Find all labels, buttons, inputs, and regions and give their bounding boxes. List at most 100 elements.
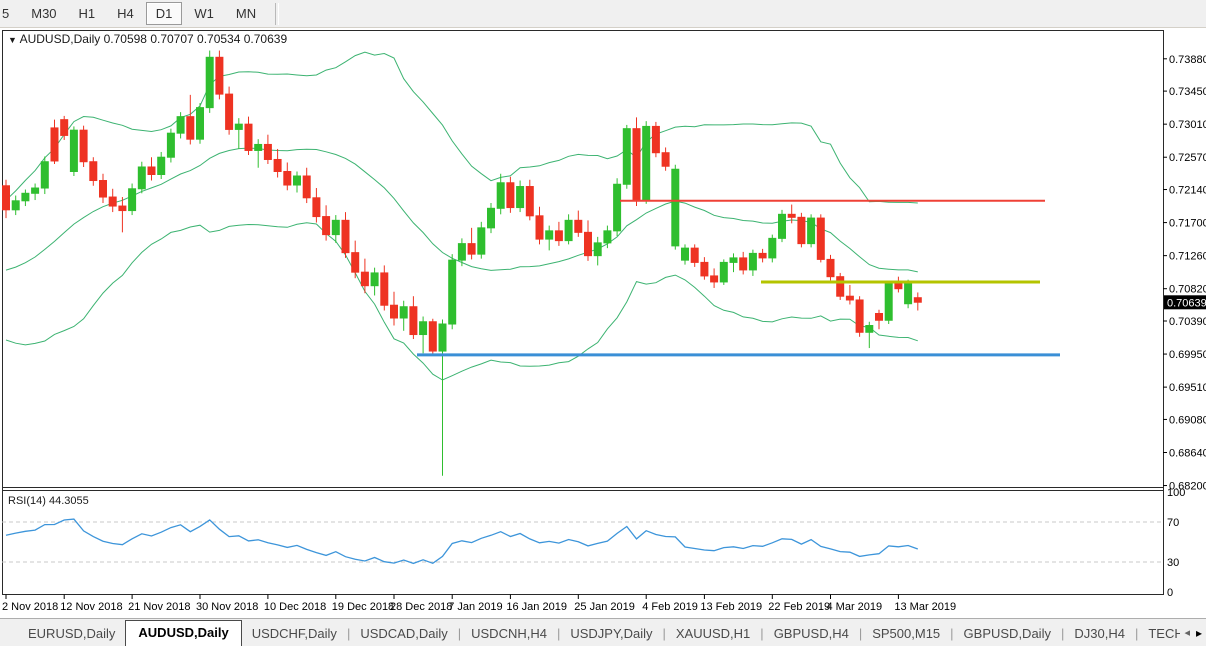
price-chart-svg: ▼ AUDUSD,Daily 0.70598 0.70707 0.70534 0…	[0, 28, 1206, 618]
timeframe-button-d1[interactable]: D1	[146, 2, 183, 25]
candle-body-down	[575, 220, 582, 232]
candle-body-up	[730, 258, 737, 263]
candle-body-down	[342, 220, 349, 252]
price-axis-label: 0.72570	[1169, 152, 1206, 164]
candle-body-down	[536, 216, 543, 239]
candle-body-down	[381, 273, 388, 305]
candle-body-up	[623, 129, 630, 185]
price-axis-label: 0.69950	[1169, 349, 1206, 361]
candle-body-up	[32, 188, 39, 193]
tab-scroll-right-icon[interactable]: ▸	[1196, 626, 1202, 640]
symbol-tab-gbpusd-h4[interactable]: GBPUSD,H4	[764, 622, 859, 646]
symbol-tab-sp500-m15[interactable]: SP500,M15	[862, 622, 950, 646]
date-axis-label: 19 Dec 2018	[332, 601, 394, 613]
candle-body-down	[109, 197, 116, 206]
symbol-tabstrip: EURUSD,DailyAUDUSD,DailyUSDCHF,Daily|USD…	[0, 619, 1180, 646]
symbol-tab-usdchf-daily[interactable]: USDCHF,Daily	[242, 622, 347, 646]
current-price-label: 0.70639	[1167, 297, 1206, 309]
date-axis-label: 16 Jan 2019	[506, 601, 567, 613]
candle-body-up	[478, 228, 485, 254]
candle-body-up	[682, 248, 689, 260]
timeframe-button-5[interactable]: 5	[0, 2, 19, 25]
timeframe-toolbar: 5M30H1H4D1W1MN	[0, 0, 1206, 28]
candle-body-up	[206, 57, 213, 107]
candle-body-down	[662, 153, 669, 167]
symbol-tab-gbpusd-daily[interactable]: GBPUSD,Daily	[954, 622, 1061, 646]
candle-body-down	[119, 206, 126, 211]
date-axis-label: 2 Nov 2018	[2, 601, 58, 613]
candle-body-up	[158, 157, 165, 174]
price-axis-label: 0.73010	[1169, 119, 1206, 131]
tab-scroll-controls: ◂ ▸	[1180, 619, 1206, 646]
symbol-tab-usdcad-daily[interactable]: USDCAD,Daily	[350, 622, 457, 646]
candle-body-down	[391, 305, 398, 318]
symbol-tab-tech100-h1[interactable]: TECH100,H1	[1138, 622, 1180, 646]
candle-body-down	[216, 57, 223, 94]
candle-body-down	[313, 198, 320, 217]
candle-body-down	[701, 262, 708, 276]
candle-body-down	[555, 231, 562, 241]
candle-body-down	[711, 276, 718, 282]
candle-body-down	[410, 307, 417, 335]
candle-body-down	[585, 232, 592, 255]
candle-body-up	[177, 117, 184, 134]
candle-body-up	[720, 262, 727, 282]
candle-body-up	[138, 167, 145, 189]
candle-body-up	[371, 273, 378, 286]
candle-body-up	[497, 183, 504, 209]
date-axis-label: 21 Nov 2018	[128, 601, 190, 613]
candle-body-down	[740, 258, 747, 270]
price-axis-label: 0.71260	[1169, 251, 1206, 263]
price-axis-label: 0.72140	[1169, 185, 1206, 197]
candle-body-up	[41, 162, 48, 188]
candle-body-down	[303, 176, 310, 198]
candle-body-up	[614, 184, 621, 231]
candle-body-up	[488, 208, 495, 228]
candle-body-down	[759, 253, 766, 258]
chart-window-border	[3, 31, 1164, 595]
candle-body-up	[769, 238, 776, 258]
candle-body-up	[885, 283, 892, 320]
candle-body-up	[439, 324, 446, 351]
candle-body-down	[352, 253, 359, 273]
rsi-axis-label: 30	[1167, 557, 1179, 569]
symbol-tab-xauusd-h1[interactable]: XAUUSD,H1	[666, 622, 760, 646]
candle-body-up	[22, 193, 29, 201]
candle-body-up	[779, 214, 786, 238]
candle-body-down	[846, 296, 853, 300]
candle-body-down	[323, 217, 330, 235]
trading-terminal-window: 5M30H1H4D1W1MN ▼ AUDUSD,Daily 0.70598 0.…	[0, 0, 1206, 646]
date-axis-label: 28 Dec 2018	[390, 601, 452, 613]
tab-scroll-left-icon[interactable]: ◂	[1184, 626, 1190, 639]
candle-body-down	[837, 277, 844, 297]
timeframe-button-w1[interactable]: W1	[184, 2, 224, 25]
rsi-axis-label: 100	[1167, 487, 1185, 499]
symbol-tab-dj30-h4[interactable]: DJ30,H4	[1064, 622, 1135, 646]
timeframe-button-m30[interactable]: M30	[21, 2, 66, 25]
candle-body-down	[148, 167, 155, 175]
candle-body-down	[691, 248, 698, 262]
symbol-tab-usdjpy-daily[interactable]: USDJPY,Daily	[560, 622, 662, 646]
candle-body-down	[895, 283, 902, 288]
candle-body-up	[294, 176, 301, 185]
date-axis-label: 30 Nov 2018	[196, 601, 258, 613]
candle-body-down	[429, 322, 436, 351]
symbol-tab-eurusd-daily[interactable]: EURUSD,Daily	[18, 622, 125, 646]
candle-body-down	[100, 181, 107, 198]
candle-body-up	[808, 218, 815, 244]
timeframe-button-h1[interactable]: H1	[69, 2, 106, 25]
price-axis-label: 0.73450	[1169, 86, 1206, 98]
symbol-tab-audusd-daily[interactable]: AUDUSD,Daily	[125, 620, 241, 646]
price-axis-label: 0.70820	[1169, 284, 1206, 296]
chart-title: ▼ AUDUSD,Daily 0.70598 0.70707 0.70534 0…	[8, 32, 287, 46]
date-axis-label: 13 Feb 2019	[700, 601, 762, 613]
candle-body-down	[526, 187, 533, 216]
timeframe-button-mn[interactable]: MN	[226, 2, 266, 25]
symbol-tab-usdcnh-h4[interactable]: USDCNH,H4	[461, 622, 557, 646]
candle-body-down	[226, 94, 233, 129]
date-axis-label: 25 Jan 2019	[574, 601, 635, 613]
date-axis-label: 13 Mar 2019	[894, 601, 956, 613]
candle-body-up	[167, 133, 174, 157]
timeframe-button-h4[interactable]: H4	[107, 2, 144, 25]
candle-body-up	[12, 201, 19, 210]
